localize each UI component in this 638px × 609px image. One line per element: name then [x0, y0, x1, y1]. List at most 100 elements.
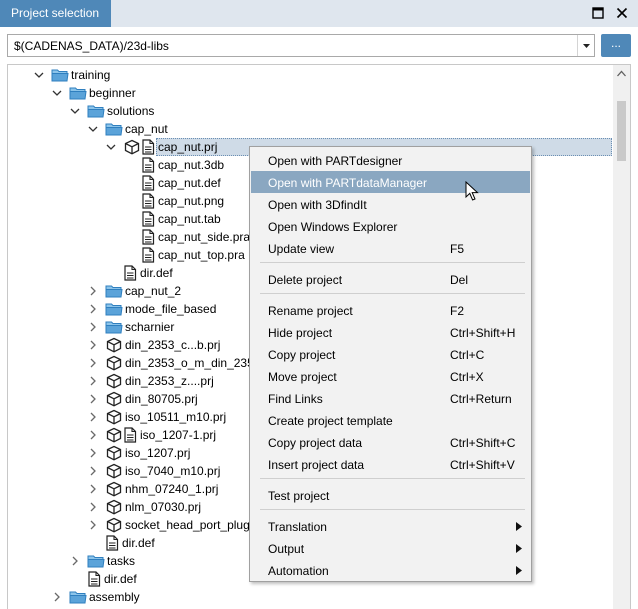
cube-icon: [106, 445, 122, 461]
menu-output[interactable]: Output: [251, 537, 530, 559]
tree-item-label: nhm_07240_1.prj: [125, 482, 219, 496]
scroll-up-icon[interactable]: [613, 65, 630, 82]
menu-delete-project[interactable]: Delete project Del: [251, 268, 530, 290]
tree-item-label: cap_nut.tab: [158, 212, 221, 226]
expanded-chevron-icon[interactable]: [33, 69, 45, 81]
file-icon: [142, 211, 155, 227]
submenu-arrow-icon: [516, 544, 522, 553]
folder-icon: [69, 87, 87, 100]
collapsed-chevron-icon[interactable]: [87, 411, 99, 423]
file-icon: [142, 175, 155, 191]
tree-item-folder-cap-nut[interactable]: cap_nut: [8, 120, 612, 138]
menu-automation[interactable]: Automation: [251, 559, 530, 581]
menu-open-windows-explorer[interactable]: Open Windows Explorer: [251, 215, 530, 237]
mouse-cursor-icon: [465, 181, 479, 201]
expanded-chevron-icon[interactable]: [105, 141, 117, 153]
menu-open-3dfindit[interactable]: Open with 3DfindIt: [251, 193, 530, 215]
close-icon[interactable]: [614, 5, 630, 21]
tree-item-folder-assembly[interactable]: assembly: [8, 588, 612, 606]
file-icon: [142, 139, 155, 155]
collapsed-chevron-icon[interactable]: [87, 321, 99, 333]
tree-item-folder-beginner[interactable]: beginner: [8, 84, 612, 102]
tree-item-label: din_2353_c...b.prj: [125, 338, 221, 352]
tree-item-label: iso_7040_m10.prj: [125, 464, 221, 478]
title-bar: Project selection: [0, 0, 638, 27]
menu-item-shortcut: Ctrl+C: [450, 348, 485, 362]
menu-rename-project[interactable]: Rename project F2: [251, 299, 530, 321]
tree-item-label: dir.def: [140, 266, 173, 280]
tree-item-label: iso_1207.prj: [125, 446, 191, 460]
cube-icon: [106, 409, 122, 425]
tree-item-label: nlm_07030.prj: [125, 500, 202, 514]
collapsed-chevron-icon[interactable]: [51, 591, 63, 603]
collapsed-chevron-icon[interactable]: [69, 555, 81, 567]
scrollbar-thumb[interactable]: [617, 101, 626, 161]
file-icon: [124, 265, 137, 281]
cube-icon: [106, 337, 122, 353]
menu-separator: [260, 509, 525, 510]
collapsed-chevron-icon[interactable]: [87, 303, 99, 315]
menu-copy-project-data[interactable]: Copy project data Ctrl+Shift+C: [251, 431, 530, 453]
menu-item-label: Copy project: [268, 348, 336, 362]
menu-item-label: Open Windows Explorer: [268, 220, 398, 234]
window-title[interactable]: Project selection: [0, 0, 112, 27]
file-icon: [124, 427, 137, 443]
menu-item-label: Move project: [268, 370, 337, 384]
collapsed-chevron-icon[interactable]: [87, 393, 99, 405]
collapsed-chevron-icon[interactable]: [87, 501, 99, 513]
maximize-icon[interactable]: [590, 5, 606, 21]
menu-copy-project[interactable]: Copy project Ctrl+C: [251, 343, 530, 365]
folder-icon: [105, 303, 123, 316]
tree-item-label: cap_nut.prj: [158, 140, 218, 154]
folder-icon: [87, 105, 105, 118]
tree-item-label: solutions: [107, 104, 155, 118]
collapsed-chevron-icon[interactable]: [87, 429, 99, 441]
cube-icon: [106, 499, 122, 515]
folder-icon: [105, 123, 123, 136]
collapsed-chevron-icon[interactable]: [87, 357, 99, 369]
menu-open-partdatamanager[interactable]: Open with PARTdataManager: [251, 171, 530, 193]
path-combobox[interactable]: $(CADENAS_DATA)/23d-libs: [7, 34, 595, 57]
menu-item-label: Automation: [268, 564, 329, 578]
menu-item-shortcut: Ctrl+Shift+H: [450, 326, 516, 340]
menu-hide-project[interactable]: Hide project Ctrl+Shift+H: [251, 321, 530, 343]
menu-item-label: Open with PARTdesigner: [268, 154, 403, 168]
menu-open-partdesigner[interactable]: Open with PARTdesigner: [251, 149, 530, 171]
menu-translation[interactable]: Translation: [251, 515, 530, 537]
tree-item-label: cap_nut_top.pra: [158, 248, 245, 262]
collapsed-chevron-icon[interactable]: [87, 375, 99, 387]
menu-item-shortcut: Del: [450, 273, 469, 287]
browse-button[interactable]: ...: [601, 34, 631, 57]
combo-dropdown-button[interactable]: [577, 35, 594, 56]
collapsed-chevron-icon[interactable]: [87, 339, 99, 351]
collapsed-chevron-icon[interactable]: [87, 447, 99, 459]
context-menu: Open with PARTdesigner Open with PARTdata…: [249, 146, 532, 582]
menu-item-shortcut: F5: [450, 242, 465, 256]
menu-move-project[interactable]: Move project Ctrl+X: [251, 365, 530, 387]
collapsed-chevron-icon[interactable]: [87, 285, 99, 297]
file-icon: [142, 193, 155, 209]
chevron-down-icon: [583, 44, 590, 48]
expanded-chevron-icon[interactable]: [69, 105, 81, 117]
menu-insert-project-data[interactable]: Insert project data Ctrl+Shift+V: [251, 453, 530, 475]
tree-item-folder-solutions[interactable]: solutions: [8, 102, 612, 120]
menu-item-label: Rename project: [268, 304, 353, 318]
tree-item-label: beginner: [89, 86, 136, 100]
menu-item-label: Open with PARTdataManager: [268, 176, 427, 190]
cube-icon: [106, 517, 122, 533]
collapsed-chevron-icon[interactable]: [87, 465, 99, 477]
submenu-arrow-icon: [516, 566, 522, 575]
menu-update-view[interactable]: Update view F5: [251, 237, 530, 259]
expanded-chevron-icon[interactable]: [51, 87, 63, 99]
vertical-scrollbar[interactable]: [613, 65, 630, 609]
expanded-chevron-icon[interactable]: [87, 123, 99, 135]
tree-item-label: din_2353_o_m_din_2353: [125, 356, 261, 370]
menu-test-project[interactable]: Test project: [251, 484, 530, 506]
menu-separator: [260, 293, 525, 294]
tree-item-folder-training[interactable]: training: [8, 66, 612, 84]
collapsed-chevron-icon[interactable]: [87, 519, 99, 531]
menu-create-project-template[interactable]: Create project template: [251, 409, 530, 431]
menu-item-shortcut: Ctrl+Return: [450, 392, 512, 406]
collapsed-chevron-icon[interactable]: [87, 483, 99, 495]
menu-find-links[interactable]: Find Links Ctrl+Return: [251, 387, 530, 409]
